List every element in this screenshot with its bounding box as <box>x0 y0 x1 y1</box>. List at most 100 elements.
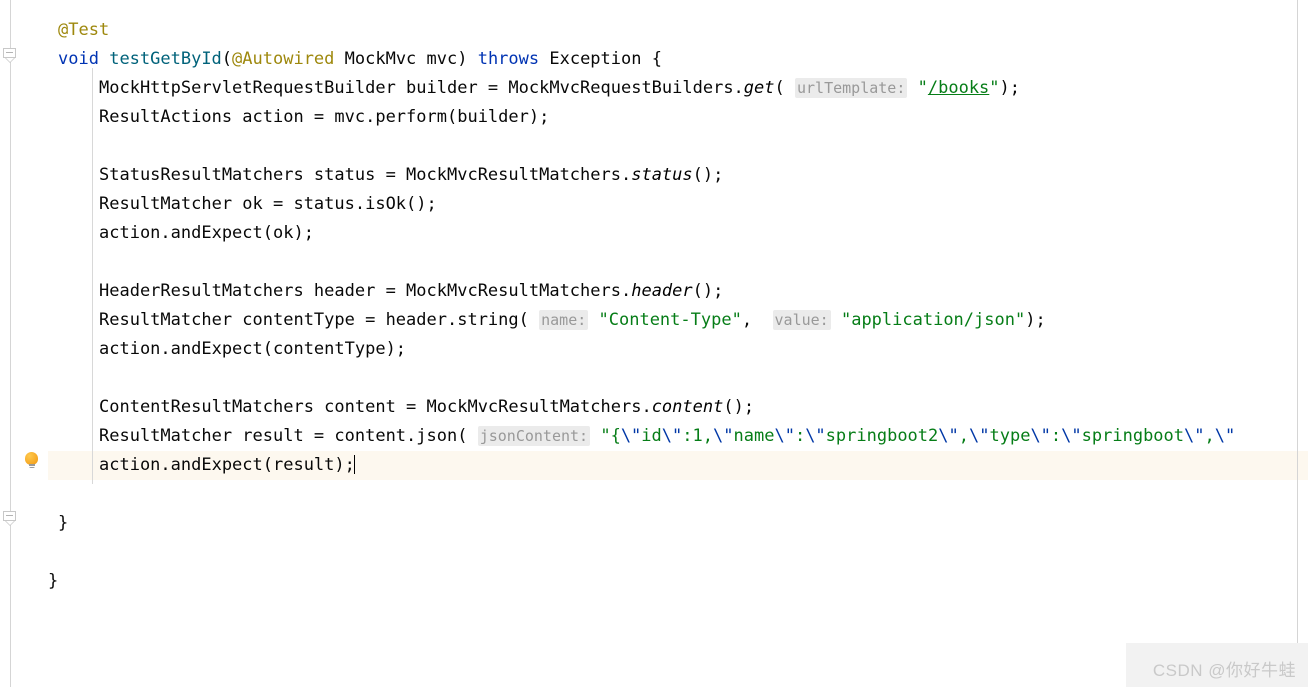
code-token: get <box>743 78 775 98</box>
code-line[interactable] <box>48 132 1308 161</box>
code-token: "Content-Type" <box>598 310 742 330</box>
code-token: @Autowired <box>232 49 335 69</box>
code-token: , <box>741 310 773 330</box>
code-token: \" <box>774 426 795 446</box>
code-token: , <box>958 426 969 446</box>
code-line[interactable] <box>48 538 1308 567</box>
code-token: MockMvc mvc) <box>334 49 478 69</box>
code-token: jsonContent: <box>477 426 591 446</box>
code-line[interactable]: HeaderResultMatchers header = MockMvcRes… <box>48 277 1308 306</box>
code-token: \" <box>969 426 990 446</box>
code-token: , <box>702 426 714 446</box>
code-token: \" <box>1184 426 1205 446</box>
code-token: ContentResultMatchers content = MockMvcR… <box>99 397 652 417</box>
code-line[interactable]: action.andExpect(ok); <box>48 219 1308 248</box>
code-token: (); <box>692 281 724 301</box>
code-token: " <box>989 78 1000 98</box>
code-token: \" <box>1061 426 1082 446</box>
code-token: testGetById <box>109 49 222 69</box>
code-token: \" <box>620 426 642 446</box>
code-token: action.andExpect(contentType); <box>99 339 407 359</box>
code-token: Exception { <box>539 49 662 69</box>
code-token: header <box>631 281 693 301</box>
code-token: \" <box>661 426 683 446</box>
code-token: urlTemplate: <box>795 78 908 98</box>
code-token: ); <box>1025 310 1046 330</box>
code-token: } <box>58 513 69 533</box>
code-token: "application/json" <box>840 310 1026 330</box>
code-line[interactable]: ResultActions action = mvc.perform(build… <box>48 103 1308 132</box>
code-token: : <box>682 426 693 446</box>
code-line[interactable]: MockHttpServletRequestBuilder builder = … <box>48 74 1308 103</box>
code-token: ResultMatcher contentType = header.strin… <box>99 310 540 330</box>
code-token: ResultMatcher result = content.json( <box>99 426 478 446</box>
code-token: throws <box>477 49 540 69</box>
code-token: ( <box>221 49 233 69</box>
code-line[interactable]: ResultMatcher ok = status.isOk(); <box>48 190 1308 219</box>
code-token: HeaderResultMatchers header = MockMvcRes… <box>99 281 632 301</box>
indent-guide-line <box>92 68 93 484</box>
code-line[interactable]: action.andExpect(result); <box>48 451 1308 480</box>
code-token: action.andExpect(result); <box>99 455 355 475</box>
code-token: : <box>794 426 806 446</box>
code-token: ResultActions action = mvc.perform(build… <box>99 107 550 127</box>
code-line[interactable]: ResultMatcher contentType = header.strin… <box>48 306 1308 335</box>
code-line[interactable]: } <box>48 567 1308 596</box>
code-token: name: <box>539 310 589 330</box>
editor-right-border <box>1297 0 1298 687</box>
code-token: id <box>641 426 662 446</box>
code-token: springboot2 <box>825 426 939 446</box>
code-token: void <box>58 49 99 69</box>
code-token: value: <box>772 310 831 330</box>
code-token: (); <box>723 397 755 417</box>
code-text-area[interactable]: @Test void testGetById(@Autowired MockMvc… <box>48 0 1308 687</box>
code-token: \" <box>1030 426 1051 446</box>
code-token: type <box>989 426 1031 446</box>
gutter-separator-line <box>10 0 11 687</box>
code-token: MockHttpServletRequestBuilder builder = … <box>99 78 744 98</box>
text-caret <box>353 455 356 474</box>
code-token: /books <box>927 78 990 98</box>
code-token: action.andExpect(ok); <box>99 223 314 243</box>
code-line[interactable]: action.andExpect(contentType); <box>48 335 1308 364</box>
code-line[interactable]: StatusResultMatchers status = MockMvcRes… <box>48 161 1308 190</box>
code-token: } <box>48 571 59 591</box>
csdn-watermark: CSDN @你好牛蛙 <box>1152 661 1296 680</box>
code-token: content <box>651 397 724 417</box>
code-token: status <box>631 165 693 185</box>
fold-marker-class-end-icon[interactable] <box>3 511 18 526</box>
editor-gutter[interactable] <box>0 0 48 687</box>
code-token: @Test <box>58 20 110 40</box>
code-line[interactable] <box>48 364 1308 393</box>
code-token: ); <box>999 78 1021 98</box>
code-line[interactable]: } <box>48 509 1308 538</box>
code-line[interactable]: ContentResultMatchers content = MockMvcR… <box>48 393 1308 422</box>
code-line[interactable]: ResultMatcher result = content.json( jso… <box>48 422 1308 451</box>
code-token: springboot <box>1081 426 1185 446</box>
code-line[interactable] <box>48 248 1308 277</box>
code-token: \" <box>938 426 959 446</box>
code-token: (); <box>692 165 724 185</box>
code-line[interactable]: void testGetById(@Autowired MockMvc mvc)… <box>48 45 1308 74</box>
code-token: StatusResultMatchers status = MockMvcRes… <box>99 165 632 185</box>
code-token: \" <box>1214 426 1236 446</box>
code-line[interactable]: @Test <box>48 16 1308 45</box>
code-line[interactable] <box>48 480 1308 509</box>
code-token: ResultMatcher ok = status.isOk(); <box>99 194 437 214</box>
code-token: 1 <box>692 426 703 446</box>
code-token: , <box>1204 426 1215 446</box>
code-token: \" <box>805 426 826 446</box>
code-token: : <box>1050 426 1062 446</box>
code-token: " <box>917 78 928 98</box>
code-token: name <box>733 426 775 446</box>
code-editor[interactable]: @Test void testGetById(@Autowired MockMvc… <box>0 0 1308 687</box>
fold-marker-method-icon[interactable] <box>3 48 18 63</box>
code-token: \" <box>713 426 734 446</box>
code-token: ( <box>774 78 795 98</box>
code-token: "{ <box>600 426 621 446</box>
